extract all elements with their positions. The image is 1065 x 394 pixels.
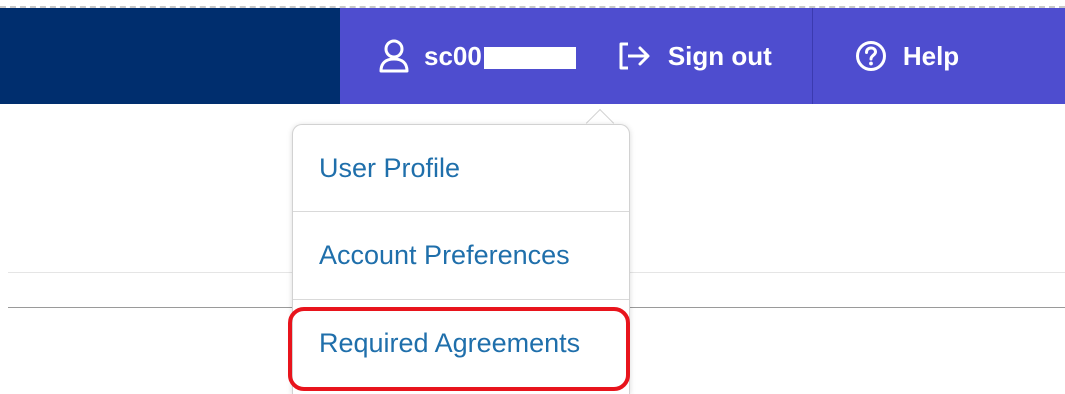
top-cropped-strip (0, 0, 1065, 8)
help-label: Help (902, 40, 960, 71)
help-link[interactable]: Help (855, 8, 959, 104)
username-redaction (483, 46, 576, 69)
header-nav-area: sc00 Sign out Help (340, 8, 1065, 104)
sign-out-icon (618, 41, 652, 71)
user-menu-toggle[interactable]: sc00 (378, 8, 576, 104)
nav-divider (811, 8, 813, 104)
top-header: sc00 Sign out Help (0, 8, 1065, 104)
help-circle-icon (855, 40, 887, 72)
red-highlight-annotation (288, 307, 630, 391)
sign-out-link[interactable]: Sign out (618, 8, 772, 104)
username-label: sc00 (424, 41, 576, 72)
menu-item-user-profile[interactable]: User Profile (293, 125, 629, 211)
sign-out-label: Sign out (667, 40, 772, 71)
user-icon (378, 39, 410, 73)
menu-item-account-preferences[interactable]: Account Preferences (293, 212, 629, 298)
header-brand-area (0, 8, 340, 104)
